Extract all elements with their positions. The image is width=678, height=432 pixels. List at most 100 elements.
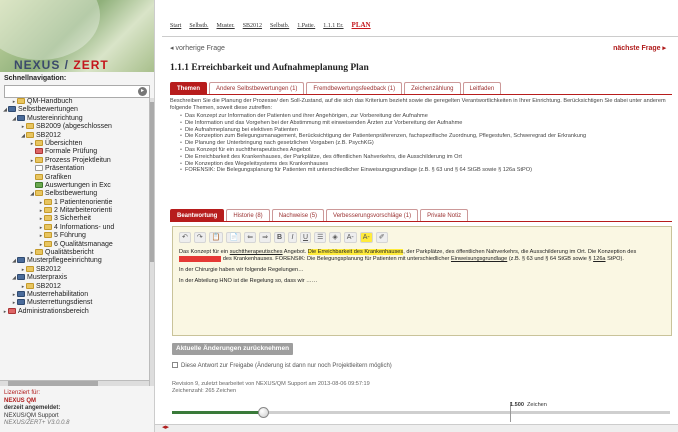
- breadcrumb-item[interactable]: Muster.: [217, 23, 235, 29]
- undo-icon[interactable]: ↶: [179, 231, 191, 243]
- tree-item[interactable]: ▸ SB2012: [0, 265, 150, 274]
- topic-item: Die Konzeption zum Belegungsmanagement, …: [180, 133, 670, 140]
- next-question-link[interactable]: nächste Frage ▸: [613, 44, 666, 52]
- tab-guideline[interactable]: Leitfaden: [462, 82, 502, 94]
- tree-vertical-scrollbar[interactable]: [149, 98, 154, 386]
- tree-item-label: SB2012: [36, 131, 61, 139]
- quicknav-go-icon[interactable]: ▸: [138, 87, 147, 96]
- bold-button[interactable]: B: [273, 231, 285, 243]
- highlight-color-button[interactable]: A-: [359, 231, 373, 243]
- tree-item[interactable]: ▸ SB2009 (abgeschlossen: [0, 123, 150, 131]
- editor-paragraph: In der Abteilung HNO ist die Regelung so…: [179, 278, 318, 284]
- tree-item[interactable]: Auswertungen in Exc: [0, 181, 150, 190]
- logo-sep: /: [60, 58, 74, 72]
- quicknav-select[interactable]: ▸: [4, 85, 150, 98]
- previous-question-link[interactable]: ◂ vorherige Frage: [170, 44, 225, 52]
- text-color-button[interactable]: A-: [343, 231, 357, 243]
- app-root: NEXUS / ZERT Schnellnavigation: ▸ ▸ QM-Ha…: [0, 0, 678, 432]
- breadcrumb-item[interactable]: Start: [170, 23, 181, 29]
- nav-tree: ▸ QM-Handbuch ◢ Selbstbewertungen ◢ Musterein…: [0, 98, 150, 386]
- folder-icon: [44, 232, 52, 239]
- tree-item[interactable]: ▸ Administrationsbereich: [0, 307, 150, 316]
- tree-item[interactable]: ◢ Musterpraxis: [0, 274, 150, 282]
- tree-item-label: SB2009 (abgeschlossen: [36, 123, 112, 131]
- breadcrumb: Start Selbstb. Muster. SB2012 Selbstb. 1.Pati…: [170, 21, 379, 29]
- scrollbar-thumb[interactable]: [8, 381, 98, 386]
- tab-suggestions[interactable]: Verbesserungsvorschläge (1): [326, 209, 419, 221]
- tree-item[interactable]: Formale Prüfung: [0, 148, 150, 156]
- outdent-icon[interactable]: ⇐: [244, 231, 257, 243]
- indent-icon[interactable]: ⇒: [259, 231, 271, 243]
- tree-item[interactable]: ◢ Selbstbewertungen: [0, 106, 150, 114]
- tree-item-label: 6 Qualitätsmanage: [54, 240, 113, 248]
- undo-changes-button[interactable]: Aktuelle Änderungen zurücknehmen: [172, 343, 294, 355]
- tree-item-label: Grafiken: [45, 173, 72, 181]
- breadcrumb-item[interactable]: Selbstb.: [270, 23, 289, 29]
- tree-item[interactable]: Grafiken: [0, 173, 150, 182]
- tree-item[interactable]: ◢ Musterpflegeeinrichtung: [0, 257, 150, 265]
- tab-underline: [170, 94, 672, 95]
- tab-other-self-assessments[interactable]: Andere Selbstbewertungen (1): [209, 82, 305, 94]
- folder-icon: [26, 265, 34, 272]
- intro-text: Beschreiben Sie die Planung der Prozesse…: [170, 98, 666, 111]
- underline-button[interactable]: U: [300, 231, 312, 243]
- tree-item[interactable]: ◢ SB2012: [0, 131, 150, 140]
- breadcrumb-item[interactable]: 1.1.1 Er.: [323, 23, 343, 29]
- paste-icon[interactable]: 📋: [208, 231, 224, 243]
- logo-banner: NEXUS / ZERT: [0, 0, 154, 72]
- tree-item[interactable]: ▸ 5 Führung: [0, 232, 150, 240]
- previous-question-label: vorherige Frage: [175, 45, 225, 52]
- book-icon: [17, 290, 25, 297]
- tree-item[interactable]: ◢ Selbstbewertung: [0, 190, 150, 198]
- answer-editor[interactable]: ↶ ↷ 📋 📄 ⇐ ⇒ B I U ☰ ◈ A- A- ✐ Das Konzep…: [172, 226, 672, 336]
- tree-horizontal-scrollbar[interactable]: [0, 380, 149, 386]
- meter-knob[interactable]: [258, 407, 270, 418]
- redo-icon[interactable]: ↷: [193, 231, 206, 243]
- tree-item[interactable]: ▸ Musterrehabilitation: [0, 290, 150, 299]
- special-char-icon[interactable]: ◈: [329, 231, 341, 243]
- scrollbar-thumb[interactable]: [150, 102, 154, 262]
- tree-item[interactable]: ▸ 6 Qualitätsmanage: [0, 240, 150, 249]
- folder-icon: [35, 156, 43, 163]
- tree-item[interactable]: ▸ Musterrettungsdienst: [0, 299, 150, 307]
- breadcrumb-item[interactable]: SB2012: [243, 23, 262, 29]
- tab-external-feedback[interactable]: Fremdbewertungsfeedback (1): [306, 82, 403, 94]
- tree-item-label: 4 Informations- und: [54, 223, 115, 231]
- tree-item[interactable]: ▸ Übersichten: [0, 139, 150, 148]
- list-icon[interactable]: ☰: [314, 231, 327, 243]
- editor-text: StPO).: [605, 256, 624, 262]
- tab-evidence[interactable]: Nachweise (5): [271, 209, 325, 221]
- breadcrumb-item[interactable]: Selbstb.: [189, 23, 208, 29]
- tree-item[interactable]: ▸ Prozess Projektleitun: [0, 156, 150, 165]
- tree-item-label: Selbstbewertungen: [18, 106, 78, 114]
- folder-icon: [44, 223, 52, 230]
- tree-item[interactable]: ◢ Mustereinrichtung: [0, 114, 150, 123]
- tree-item[interactable]: ▸ QM-Handbuch: [0, 98, 150, 106]
- tree-item[interactable]: ▸ 4 Informations- und: [0, 223, 150, 232]
- tree-item[interactable]: ▸ Qualitätsbericht: [0, 249, 150, 257]
- tree-item-label: Mustereinrichtung: [27, 114, 83, 122]
- tab-history[interactable]: Historie (8): [226, 209, 270, 221]
- tree-item[interactable]: ▸ 3 Sicherheit: [0, 215, 150, 223]
- tree-item-label: Musterpflegeeinrichtung: [27, 257, 102, 265]
- tree-item[interactable]: Präsentation: [0, 165, 150, 173]
- tree-item[interactable]: ▸ 1 Patientenorientie: [0, 198, 150, 207]
- italic-button[interactable]: I: [288, 231, 297, 243]
- release-checkbox[interactable]: [172, 362, 178, 368]
- editor-highlight-yellow: Die Erreichbarkeit des Krankenhauses: [307, 249, 404, 255]
- tree-item[interactable]: ▸ 2 Mitarbeiterorienti: [0, 207, 150, 215]
- tree-item[interactable]: ▸ SB2012: [0, 282, 150, 291]
- expand-arrows-icon[interactable]: ◂▸: [162, 424, 174, 432]
- breadcrumb-item[interactable]: 1.Patie.: [297, 23, 315, 29]
- app-logo: NEXUS / ZERT: [14, 58, 109, 72]
- folder-icon: [44, 207, 52, 214]
- tab-answer[interactable]: Beantwortung: [170, 209, 225, 221]
- eraser-icon[interactable]: ✐: [375, 231, 388, 243]
- tab-character-count[interactable]: Zeichenzählung: [404, 82, 461, 94]
- editor-toolbar: ↶ ↷ 📋 📄 ⇐ ⇒ B I U ☰ ◈ A- A- ✐: [179, 231, 388, 243]
- editor-content[interactable]: Das Konzept für ein suchttherapeutisches…: [179, 249, 667, 289]
- tab-themen[interactable]: Themen: [170, 82, 208, 94]
- paste-text-icon[interactable]: 📄: [226, 231, 242, 243]
- tab-private-note[interactable]: Private Notiz: [420, 209, 469, 221]
- login-user: NEXUS/QM Support: [4, 412, 59, 419]
